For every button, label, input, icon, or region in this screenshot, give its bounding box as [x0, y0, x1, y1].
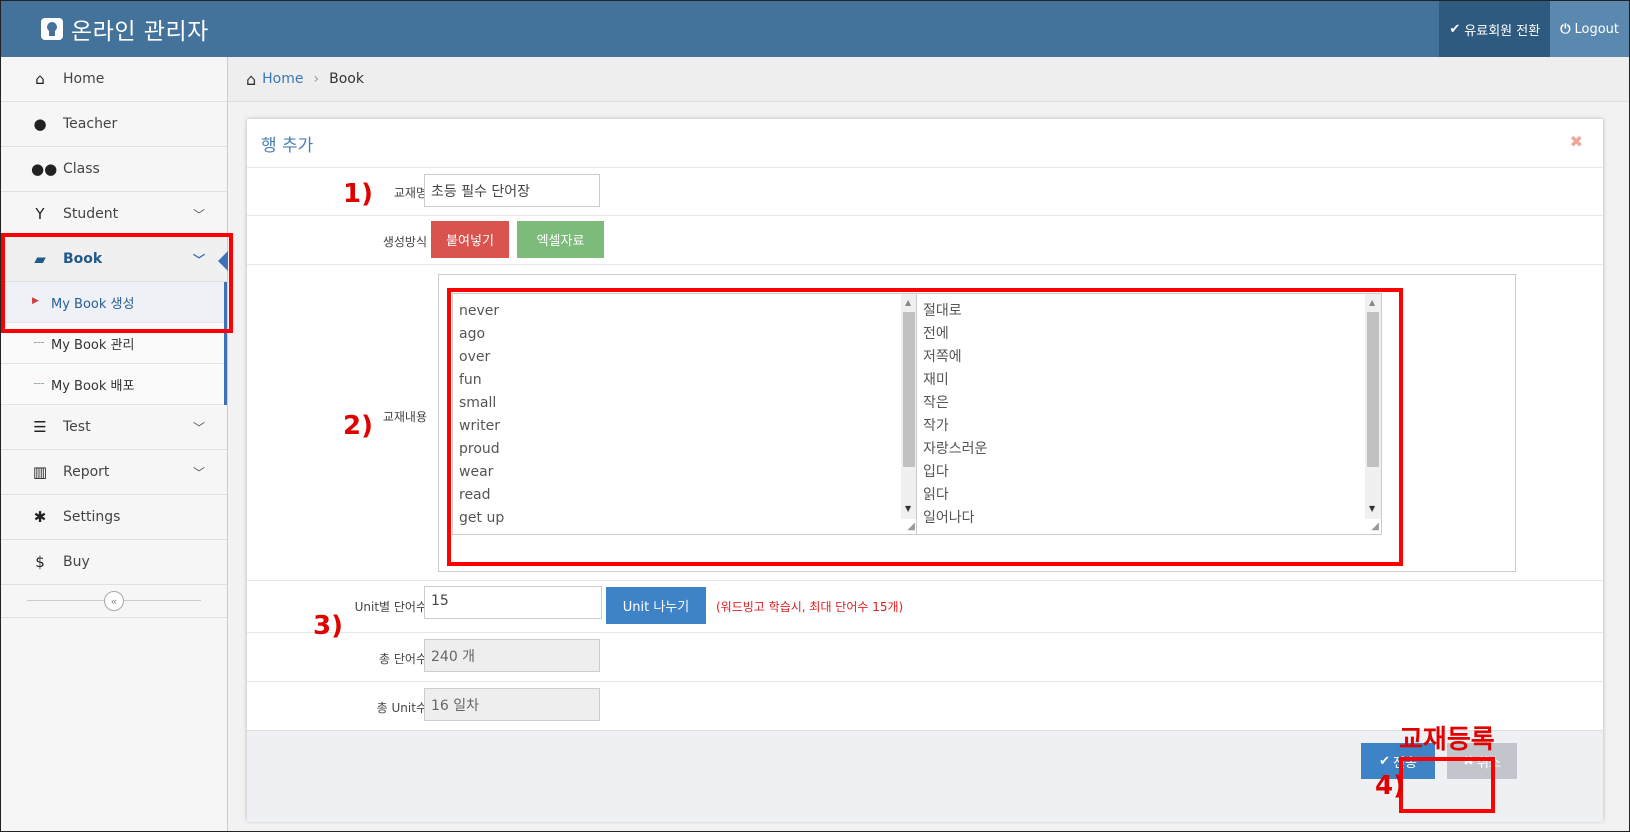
book-name-label: 교재명	[393, 186, 427, 200]
breadcrumb-current: Book	[329, 71, 364, 87]
sidebar-item-label: Settings	[63, 509, 121, 525]
bar-chart-icon: ▥	[32, 463, 48, 481]
annotation-step-4: 4)	[1375, 771, 1405, 801]
annotation-register-caption: 교재등록	[1399, 725, 1495, 755]
paid-member-switch-button[interactable]: ✔ 유료회원 전환	[1439, 1, 1551, 57]
sidebar-item-label: Class	[63, 161, 100, 177]
collapse-sidebar-button[interactable]: «	[104, 591, 124, 611]
tree-line	[34, 342, 44, 343]
total-words-field: 240 개	[424, 639, 600, 672]
paste-button[interactable]: 붙여넣기	[431, 221, 509, 258]
chevron-down-icon: ﹀	[192, 421, 205, 435]
sidebar-item-label: Teacher	[63, 116, 118, 132]
modal-title: 행 추가	[261, 136, 314, 156]
home-icon: ⌂	[246, 69, 257, 89]
modal-header: 행 추가 ✖	[247, 119, 1603, 168]
sidebar: ⌂ Home ● Teacher ●● Class Y Student ﹀ ▰ …	[1, 57, 228, 831]
tree-line	[34, 383, 44, 384]
excel-button[interactable]: 엑셀자료	[517, 221, 604, 258]
student-icon: Y	[35, 205, 45, 223]
unit-words-input[interactable]: 15	[424, 586, 602, 619]
home-icon: ⌂	[35, 70, 45, 88]
breadcrumb-separator: ›	[313, 71, 320, 87]
list-icon: ☰	[33, 418, 47, 436]
gear-icon: ✱	[33, 508, 47, 526]
sidebar-item-label: Test	[63, 419, 91, 435]
annotation-step-1: 1)	[343, 179, 373, 209]
split-note: (워드빙고 학습시, 최대 단어수 15개)	[716, 600, 904, 614]
total-units-label: 총 Unit수	[376, 701, 427, 715]
sidebar-item-teacher[interactable]: ● Teacher	[1, 102, 227, 147]
sidebar-item-label: Home	[63, 71, 105, 87]
logout-button[interactable]: ⏻ Logout	[1550, 1, 1629, 57]
paid-switch-label: 유료회원 전환	[1464, 23, 1541, 39]
total-words-label: 총 단어수	[379, 652, 427, 666]
logout-label: Logout	[1574, 21, 1619, 37]
sidebar-collapse: «	[1, 585, 227, 618]
power-icon: ⏻	[1560, 21, 1571, 37]
sidebar-item-home[interactable]: ⌂ Home	[1, 57, 227, 102]
book-name-row: 교재명 초등 필수 단어장	[247, 167, 1603, 216]
subitem-label: My Book 배포	[51, 378, 135, 394]
sidebar-item-settings[interactable]: ✱ Settings	[1, 495, 227, 540]
chevron-down-icon: ﹀	[192, 466, 205, 480]
app-title: 온라인 관리자	[71, 19, 209, 45]
sidebar-subitem-distribute[interactable]: My Book 배포	[1, 364, 224, 405]
annotation-step-2: 2)	[343, 411, 373, 441]
sidebar-item-label: Report	[63, 464, 110, 480]
top-navbar: 온라인 관리자 ✔ 유료회원 전환 ⏻ Logout	[1, 1, 1629, 57]
breadcrumb: ⌂ Home › Book	[228, 57, 1629, 102]
chevron-down-icon: ﹀	[192, 208, 205, 222]
app-frame: 온라인 관리자 ✔ 유료회원 전환 ⏻ Logout ⌂ Home ● Teac…	[0, 0, 1630, 832]
breadcrumb-home-link[interactable]: Home	[262, 71, 303, 87]
sidebar-item-buy[interactable]: $ Buy	[1, 540, 227, 585]
sidebar-item-student[interactable]: Y Student ﹀	[1, 192, 227, 237]
book-name-input[interactable]: 초등 필수 단어장	[424, 174, 600, 207]
dollar-icon: $	[35, 553, 45, 571]
users-icon: ●●	[31, 160, 58, 178]
annotation-box-content	[447, 288, 1403, 566]
sidebar-item-report[interactable]: ▥ Report ﹀	[1, 450, 227, 495]
annotation-step-3: 3)	[313, 611, 343, 641]
annotation-box-submit	[1399, 757, 1495, 813]
total-words-row: 총 단어수 240 개	[247, 632, 1603, 682]
total-units-field: 16 일차	[424, 688, 600, 721]
subitem-label: My Book 관리	[51, 337, 135, 353]
brand[interactable]: 온라인 관리자	[41, 1, 209, 57]
check-icon: ✔	[1449, 21, 1461, 37]
sidebar-item-label: Buy	[63, 554, 90, 570]
sidebar-item-test[interactable]: ☰ Test ﹀	[1, 405, 227, 450]
annotation-box-sidebar	[1, 233, 233, 333]
close-icon[interactable]: ✖	[1570, 132, 1583, 151]
method-label: 생성방식	[382, 235, 427, 249]
sidebar-item-class[interactable]: ●● Class	[1, 147, 227, 192]
user-icon: ●	[33, 115, 47, 133]
logo-icon	[41, 18, 63, 40]
method-row: 생성방식 붙여넣기 엑셀자료	[247, 215, 1603, 265]
check-icon: ✔	[1379, 753, 1390, 769]
sidebar-item-label: Student	[63, 206, 119, 222]
content-label: 교재내용	[382, 410, 427, 424]
unit-words-label: Unit별 단어수	[354, 600, 427, 614]
split-units-button[interactable]: Unit 나누기	[606, 587, 706, 624]
unit-words-row: Unit별 단어수 15 Unit 나누기 (워드빙고 학습시, 최대 단어수 …	[247, 580, 1603, 633]
